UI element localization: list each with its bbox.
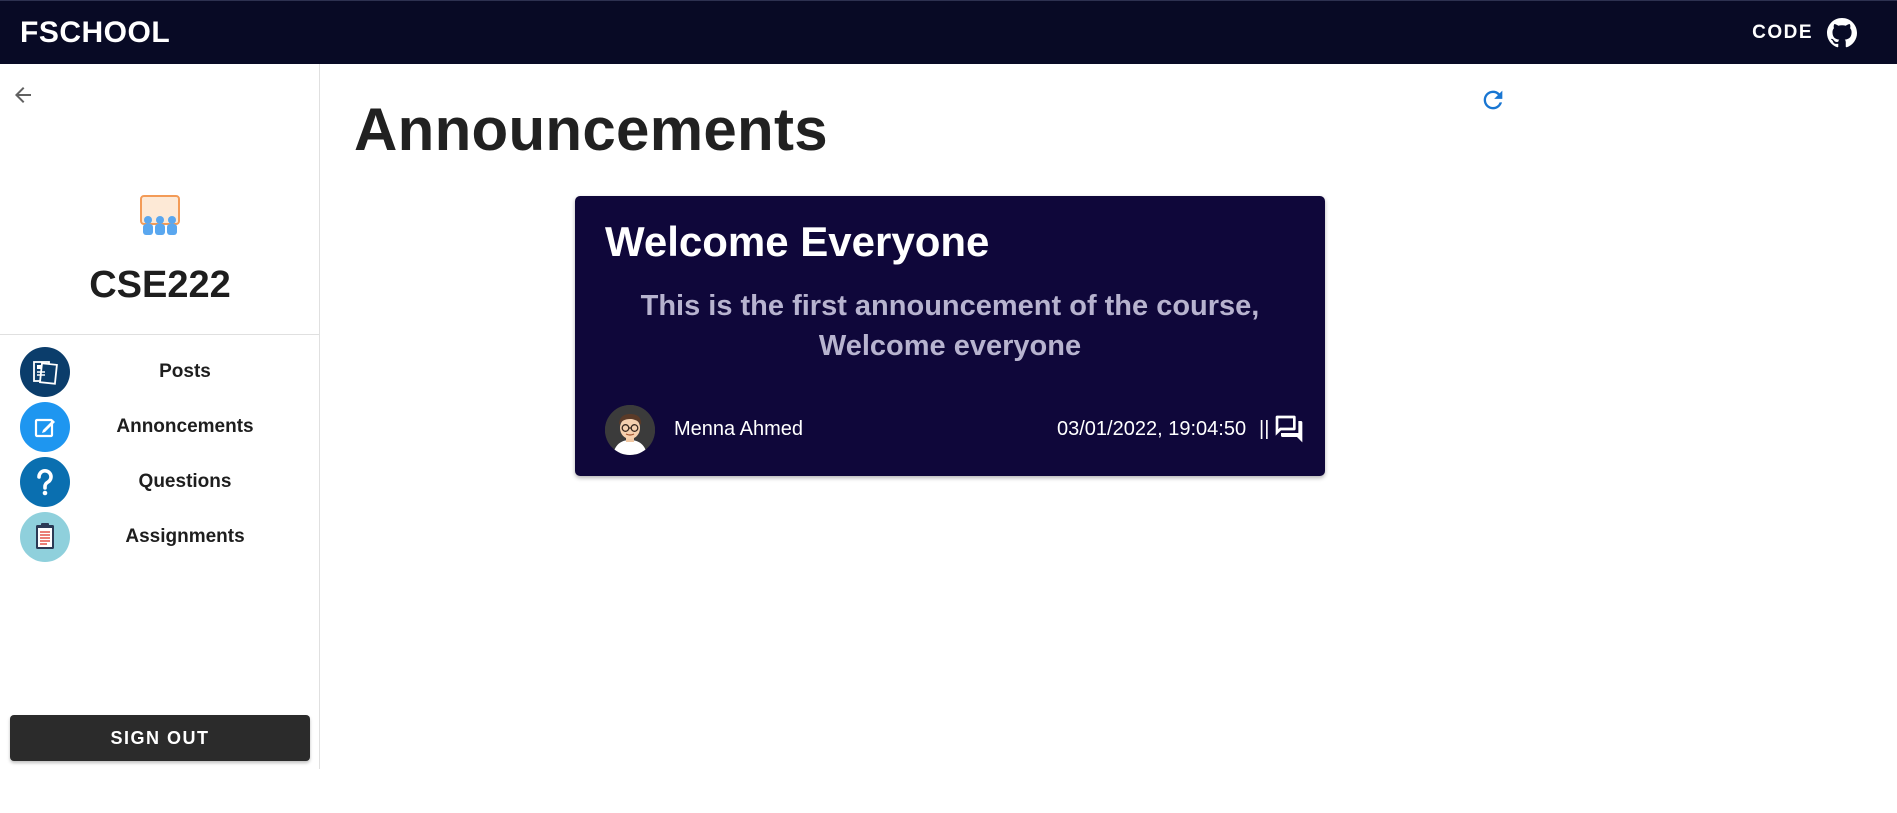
clipboard-icon: [20, 511, 70, 562]
refresh-button[interactable]: [1479, 86, 1507, 114]
sidebar-item-label: Posts: [159, 360, 211, 382]
sidebar-item-assignments[interactable]: Assignments: [0, 509, 320, 564]
sidebar: CSE222 Posts Annoncements Questions Assi…: [0, 64, 320, 769]
sidebar-item-posts[interactable]: Posts: [0, 344, 320, 399]
avatar[interactable]: [605, 405, 655, 455]
sidebar-item-label: Questions: [138, 470, 232, 492]
back-button[interactable]: [8, 80, 38, 110]
course-name: CSE222: [89, 264, 231, 306]
comments-button[interactable]: [1273, 413, 1305, 445]
sidebar-item-questions[interactable]: Questions: [0, 454, 320, 509]
announcement-body: This is the first announcement of the co…: [640, 290, 1260, 362]
app-bar: FSCHOOL CODE: [0, 0, 1897, 64]
comments-icon: [1275, 415, 1303, 443]
announcement-edit-icon: [20, 401, 70, 452]
question-icon: [20, 456, 70, 507]
sidebar-divider: [0, 334, 320, 335]
announcement-timestamp: 03/01/2022, 19:04:50: [1057, 418, 1247, 440]
arrow-left-icon: [15, 87, 31, 103]
page-title: Announcements: [354, 96, 828, 163]
announcement-card: Welcome Everyone This is the first annou…: [575, 196, 1325, 476]
sidebar-item-announcements[interactable]: Annoncements: [0, 399, 320, 454]
course-nav: Posts Annoncements Questions Assignments: [0, 344, 320, 564]
brand-logo[interactable]: FSCHOOL: [20, 16, 170, 50]
appbar-actions: CODE: [1752, 17, 1857, 48]
sidebar-item-label: Assignments: [125, 525, 245, 547]
sign-out-button[interactable]: SIGN OUT: [10, 715, 310, 761]
sidebar-item-label: Annoncements: [116, 415, 254, 437]
announcement-title: Welcome Everyone: [605, 218, 990, 265]
posts-icon: [20, 346, 70, 397]
code-button[interactable]: CODE: [1752, 22, 1813, 44]
separator: ||: [1259, 418, 1270, 440]
author-name: Menna Ahmed: [674, 418, 803, 440]
refresh-icon: [1483, 90, 1503, 110]
classroom-icon: [139, 194, 181, 236]
github-icon[interactable]: [1827, 17, 1857, 48]
